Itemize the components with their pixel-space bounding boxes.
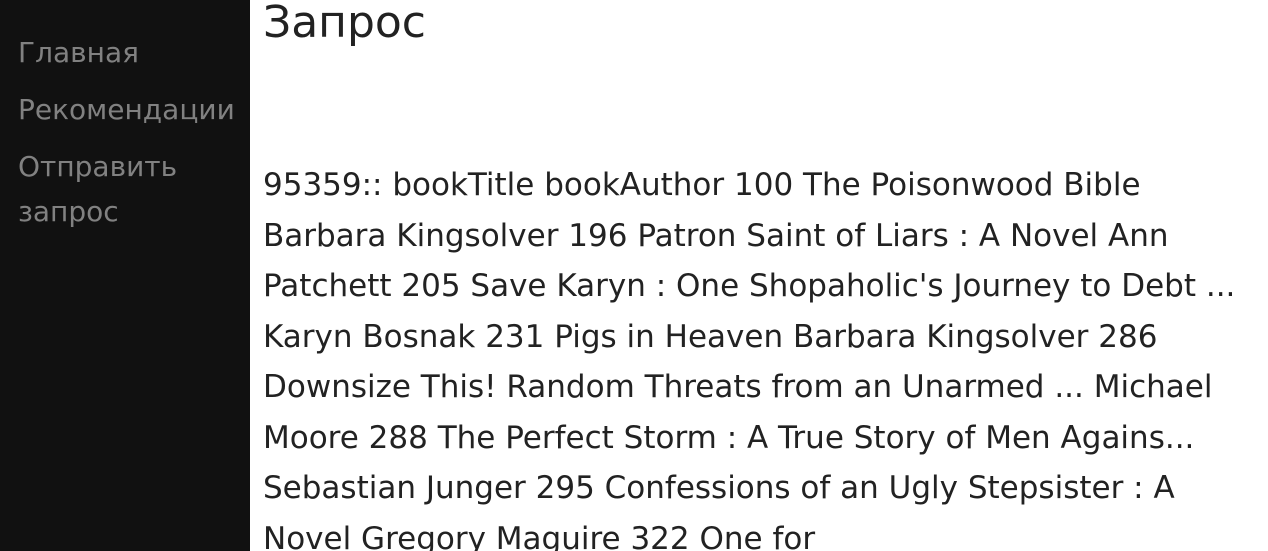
sidebar-nav: Главная Рекомендации Отправить запрос: [0, 0, 250, 551]
query-result-text: 95359:: bookTitle bookAuthor 100 The Poi…: [263, 167, 1236, 551]
main-content: Запрос 95359:: bookTitle bookAuthor 100 …: [263, 0, 1263, 551]
sidebar-item-recommendations[interactable]: Рекомендации: [0, 81, 258, 138]
sidebar-item-send-request[interactable]: Отправить запрос: [0, 138, 250, 240]
page-title: Запрос: [263, 0, 426, 48]
sidebar-item-home[interactable]: Главная: [0, 24, 250, 81]
